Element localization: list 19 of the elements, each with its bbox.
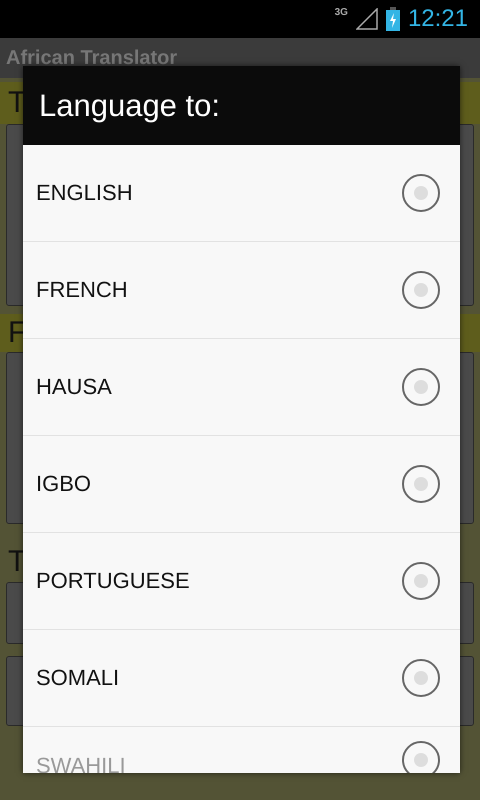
dialog-title: Language to: bbox=[39, 88, 220, 124]
language-option[interactable]: FRENCH bbox=[23, 242, 460, 339]
language-option[interactable]: HAUSA bbox=[23, 339, 460, 436]
language-option[interactable]: SOMALI bbox=[23, 630, 460, 727]
network-type: 3G bbox=[334, 7, 348, 18]
radio-button[interactable] bbox=[402, 271, 440, 309]
battery-icon bbox=[386, 7, 400, 31]
radio-button[interactable] bbox=[402, 659, 440, 697]
radio-button[interactable] bbox=[402, 465, 440, 503]
clock: 12:21 bbox=[408, 5, 468, 33]
radio-button[interactable] bbox=[402, 368, 440, 406]
radio-button[interactable] bbox=[402, 562, 440, 600]
language-option[interactable]: ENGLISH bbox=[23, 145, 460, 242]
app-title: African Translator bbox=[6, 46, 178, 70]
radio-button[interactable] bbox=[402, 741, 440, 773]
radio-button[interactable] bbox=[402, 174, 440, 212]
language-option[interactable]: PORTUGUESE bbox=[23, 533, 460, 630]
signal-icon bbox=[356, 8, 378, 30]
language-option[interactable]: IGBO bbox=[23, 436, 460, 533]
